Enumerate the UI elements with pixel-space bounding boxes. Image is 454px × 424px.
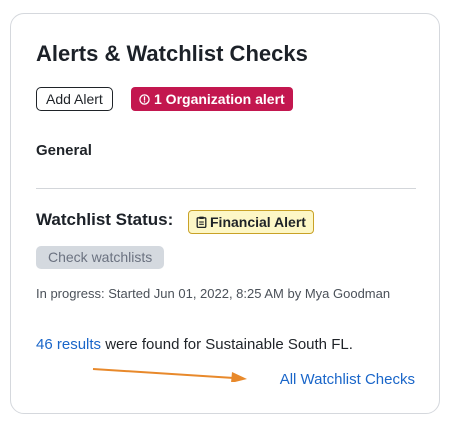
- general-heading: General: [36, 142, 92, 159]
- results-description: were found for Sustainable South FL.: [101, 336, 353, 353]
- alert-circle-icon: [139, 93, 150, 105]
- watchlist-status-badge: Financial Alert: [188, 210, 314, 234]
- card-title: Alerts & Watchlist Checks: [36, 41, 308, 66]
- add-alert-button[interactable]: Add Alert: [36, 87, 113, 111]
- organization-alert-badge[interactable]: 1 Organization alert: [131, 87, 293, 111]
- clipboard-icon: [196, 216, 207, 228]
- check-watchlists-button[interactable]: Check watchlists: [36, 246, 165, 269]
- watchlist-status-label: Watchlist Status:: [36, 210, 174, 229]
- progress-status-text: In progress: Started Jun 01, 2022, 8:25 …: [36, 286, 391, 301]
- annotation-arrow-icon: [92, 368, 247, 382]
- watchlist-status-badge-label: Financial Alert: [210, 214, 306, 230]
- results-summary: 46 results were found for Sustainable So…: [36, 336, 353, 353]
- results-link[interactable]: 46 results: [36, 336, 101, 353]
- section-divider: [36, 188, 416, 189]
- organization-alert-label: 1 Organization alert: [154, 91, 285, 107]
- alerts-watchlist-card: Alerts & Watchlist Checks Add Alert 1 Or…: [10, 13, 440, 414]
- all-watchlist-checks-link[interactable]: All Watchlist Checks: [280, 371, 415, 388]
